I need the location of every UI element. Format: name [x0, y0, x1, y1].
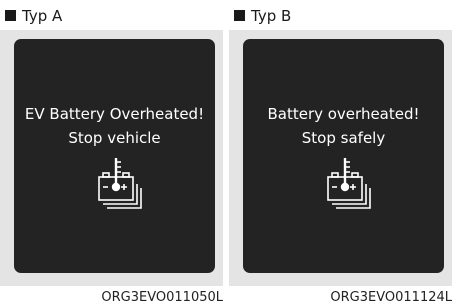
battery-overheat-icon [98, 158, 142, 209]
bullet-square-icon [5, 10, 16, 21]
panel-header: Typ B [229, 0, 452, 31]
panel-header: Typ A [0, 0, 223, 31]
display-screen: Battery overheated! Stop safely [243, 39, 444, 273]
bullet-square-icon [234, 10, 245, 21]
battery-overheat-icon [327, 158, 371, 209]
warning-instruction: Stop safely [301, 129, 386, 147]
warning-instruction: Stop vehicle [68, 129, 161, 147]
figure-code: ORG3EVO011124L [330, 290, 452, 305]
panel-typ-a: Typ A EV Battery Overheated! Stop vehicl… [0, 0, 223, 307]
warning-title: Battery overheated! [267, 105, 420, 123]
warning-title: EV Battery Overheated! [24, 105, 205, 123]
panel-label: Typ B [251, 6, 292, 25]
panel-typ-b: Typ B Battery overheated! Stop safely OR… [229, 0, 452, 307]
screen-frame: EV Battery Overheated! Stop vehicle [0, 30, 223, 286]
panel-label: Typ A [22, 6, 63, 25]
screen-frame: Battery overheated! Stop safely [229, 30, 452, 286]
figure-code: ORG3EVO011050L [101, 290, 223, 305]
display-screen: EV Battery Overheated! Stop vehicle [14, 39, 215, 273]
